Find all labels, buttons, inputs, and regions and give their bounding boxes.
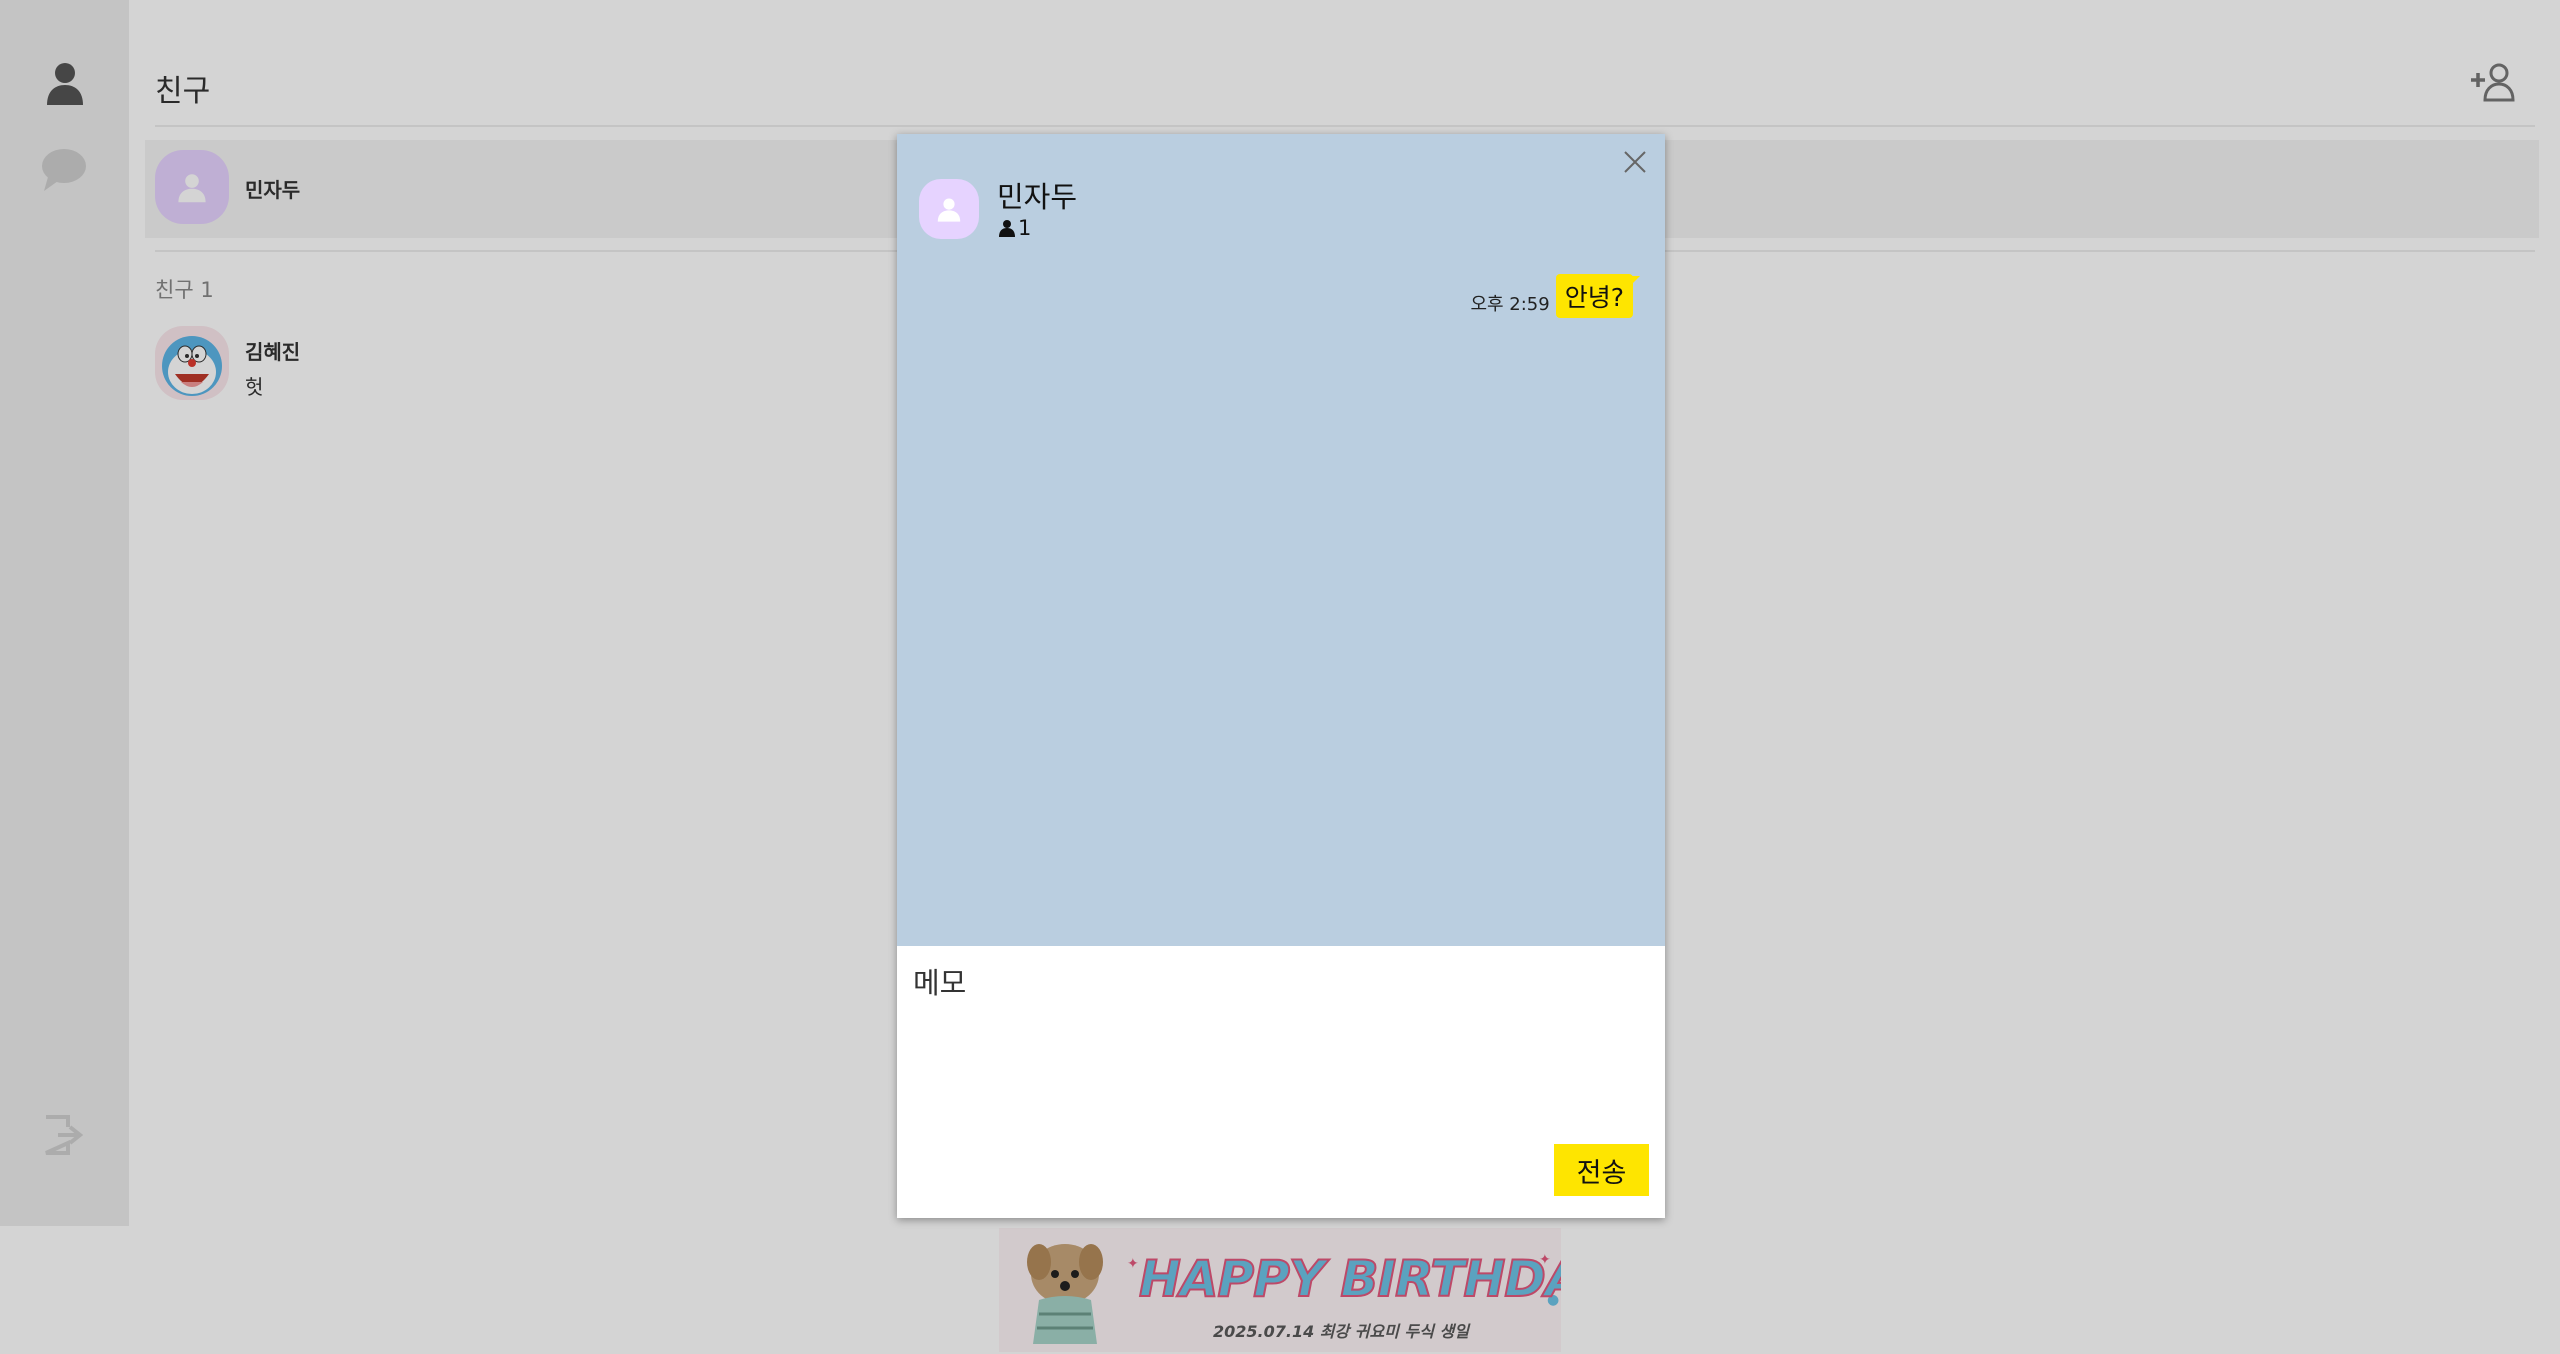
avatar[interactable] xyxy=(919,179,979,239)
message-input[interactable] xyxy=(913,960,1643,1110)
chat-message-area[interactable]: 민자두 1 오후 2:59 안녕? xyxy=(897,134,1665,946)
member-count: 1 xyxy=(999,216,1031,240)
default-avatar-icon xyxy=(937,198,961,222)
message-time: 오후 2:59 xyxy=(1470,294,1550,315)
message-bubble[interactable]: 안녕? xyxy=(1555,274,1641,318)
member-count-value: 1 xyxy=(1018,216,1032,240)
chat-modal: 민자두 1 오후 2:59 안녕? 전송 xyxy=(897,134,1665,1218)
message-input-area: 전송 xyxy=(897,946,1665,1218)
member-person-icon xyxy=(999,220,1015,237)
message-row: 오후 2:59 안녕? xyxy=(1470,274,1641,318)
close-icon[interactable] xyxy=(1621,148,1649,176)
chat-room-name: 민자두 xyxy=(997,180,1078,214)
send-button[interactable]: 전송 xyxy=(1554,1144,1649,1196)
